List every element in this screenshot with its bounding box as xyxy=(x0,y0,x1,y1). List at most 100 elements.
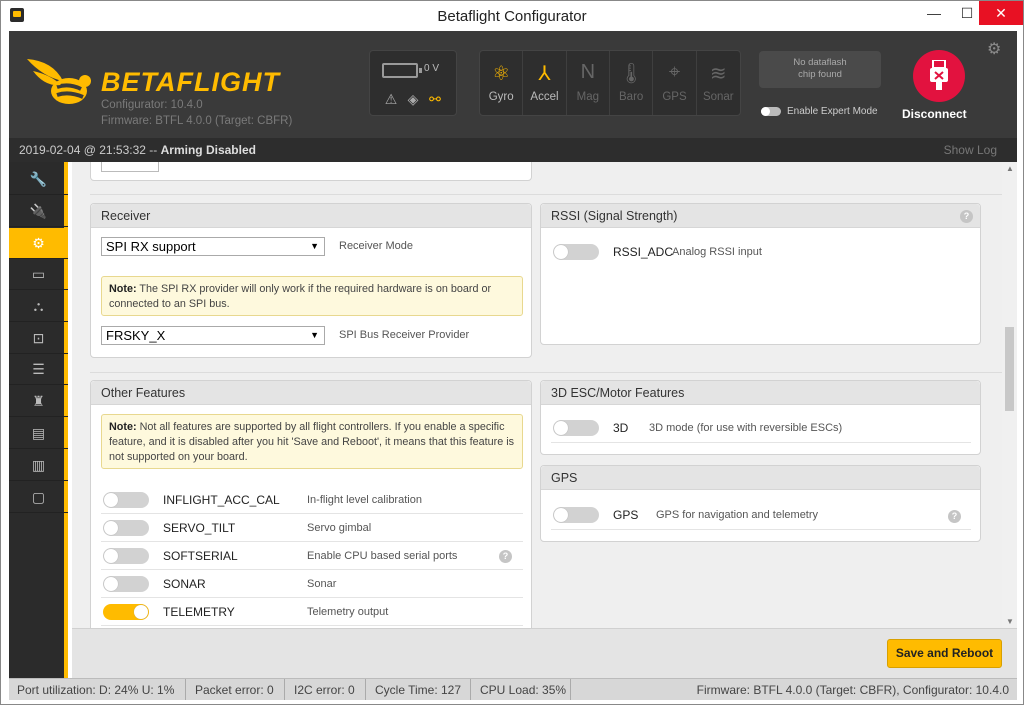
plug-icon: 🔌 xyxy=(29,203,48,219)
logo-text: BETAFLIGHT xyxy=(101,67,280,97)
help-icon[interactable]: ? xyxy=(499,550,512,563)
3d-feature-name: 3D xyxy=(613,421,629,435)
sensor-gps: ⌖ GPS xyxy=(653,51,697,115)
telemetry-toggle[interactable] xyxy=(103,604,149,620)
battery-panel: 0 V ⚠ ◈ ⚯ xyxy=(369,50,457,116)
osd-icon: ▤ xyxy=(31,425,46,441)
gps-feature-desc: GPS for navigation and telemetry xyxy=(656,509,819,521)
hierarchy-icon: ⛬ xyxy=(33,298,44,314)
sidebar-item-osd[interactable]: ▤ xyxy=(9,418,68,449)
sidebar-item-cli[interactable]: ▢ xyxy=(9,482,68,513)
feature-row: SERVO_TILT Servo gimbal xyxy=(101,514,523,542)
close-button[interactable]: ✕ xyxy=(979,1,1023,25)
scroll-thumb[interactable] xyxy=(1005,327,1014,411)
esc-motor-title: 3D ESC/Motor Features xyxy=(541,381,980,405)
content-scrollbar[interactable]: ▲ ▼ xyxy=(1002,162,1017,628)
cpu-load: CPU Load: 35% xyxy=(480,683,567,697)
gps-feature-name: GPS xyxy=(613,508,639,522)
expert-mode-toggle[interactable]: Enable Expert Mode xyxy=(761,106,878,117)
dataflash-status: No dataflash chip found xyxy=(759,51,881,88)
rssi-panel: RSSI (Signal Strength) ? RSSI_ADC Analog… xyxy=(540,203,981,345)
sidebar-item-modes[interactable]: ♜ xyxy=(9,386,68,417)
chevron-down-icon: ▼ xyxy=(310,330,319,340)
warning-icon: ⚠ xyxy=(384,91,398,107)
inflight-acc-cal-toggle[interactable] xyxy=(103,492,149,508)
window-title: Betaflight Configurator xyxy=(437,8,587,25)
disconnect-button[interactable] xyxy=(913,50,965,102)
toggles-icon: ☰ xyxy=(32,361,45,377)
panel-previous xyxy=(90,162,532,181)
gyro-icon: ⚛ xyxy=(492,63,511,85)
port-utilization: Port utilization: D: 24% U: 1% xyxy=(17,683,175,697)
sidebar-item-blackbox[interactable]: ▥ xyxy=(9,450,68,481)
accel-icon: ⅄ xyxy=(538,63,551,85)
servo-tilt-toggle[interactable] xyxy=(103,520,149,536)
usb-icon xyxy=(930,60,948,90)
features-note: Note: Not all features are supported by … xyxy=(101,414,523,469)
sidebar-item-failsafe[interactable]: ⛬ xyxy=(9,291,68,322)
sidebar-item-pid[interactable]: ⊡ xyxy=(9,323,68,354)
help-icon[interactable]: ? xyxy=(948,510,961,523)
sonar-toggle[interactable] xyxy=(103,576,149,592)
bee-logo-icon xyxy=(27,59,91,104)
spi-provider-label: SPI Bus Receiver Provider xyxy=(339,329,470,341)
3d-mode-toggle[interactable] xyxy=(553,420,599,436)
sensor-baro: 🌡 Baro xyxy=(610,51,654,115)
sensor-mag: N Mag xyxy=(567,51,610,115)
scroll-up-icon[interactable]: ▲ xyxy=(1006,164,1014,173)
scroll-down-icon[interactable]: ▼ xyxy=(1006,617,1014,626)
sidebar-item-ports[interactable]: 🔌 xyxy=(9,196,68,227)
sonar-icon: ≋ xyxy=(709,63,727,85)
i2c-error: I2C error: 0 xyxy=(294,683,355,697)
rssi-adc-toggle[interactable] xyxy=(553,244,599,260)
receiver-note: Note: The SPI RX provider will only work… xyxy=(101,276,523,316)
cli-icon: ▢ xyxy=(31,489,46,505)
status-datetime: 2019-02-04 @ 21:53:32 xyxy=(19,143,146,157)
firmware-footer: Firmware: BTFL 4.0.0 (Target: CBFR), Con… xyxy=(696,683,1009,697)
configurator-version: Configurator: 10.4.0 xyxy=(101,99,203,111)
arming-status: Arming Disabled xyxy=(160,143,256,157)
status-line: 2019-02-04 @ 21:53:32 -- Arming Disabled… xyxy=(9,138,1017,162)
app-window: Betaflight Configurator — ☐ ✕ BETAFLIGHT… xyxy=(0,0,1024,705)
sidebar-item-configuration[interactable]: ⚙ xyxy=(9,228,68,259)
sidebar-item-power[interactable]: ▭ xyxy=(9,259,68,290)
feature-row: INFLIGHT_ACC_CAL In-flight level calibra… xyxy=(101,486,523,514)
wrench-icon: 🔧 xyxy=(29,171,48,187)
expert-mode-switch[interactable] xyxy=(761,106,781,116)
receiver-title: Receiver xyxy=(91,204,531,228)
gps-icon: ⌖ xyxy=(668,61,681,83)
sensor-status-panel: ⚛ Gyro ⅄ Accel N Mag 🌡 Baro ⌖ GPS ≋ Sonar xyxy=(479,50,741,116)
save-and-reboot-button[interactable]: Save and Reboot xyxy=(887,639,1002,668)
packet-error: Packet error: 0 xyxy=(195,683,274,697)
spi-provider-select[interactable]: FRSKY_X ▼ xyxy=(101,326,325,345)
rssi-title: RSSI (Signal Strength) xyxy=(541,204,980,228)
battery-icon xyxy=(382,63,422,78)
cycle-time: Cycle Time: 127 xyxy=(375,683,462,697)
feature-row: SOFTSERIAL Enable CPU based serial ports… xyxy=(101,542,523,570)
help-icon[interactable]: ? xyxy=(960,210,973,223)
title-bar: Betaflight Configurator — ☐ ✕ xyxy=(1,1,1023,31)
esc-motor-panel: 3D ESC/Motor Features 3D 3D mode (for us… xyxy=(540,380,981,455)
receiver-panel: Receiver SPI RX support ▼ Receiver Mode N… xyxy=(90,203,532,358)
disconnect-label[interactable]: Disconnect xyxy=(902,107,967,121)
chevron-down-icon: ▼ xyxy=(310,241,319,251)
rssi-feature-name: RSSI_ADC xyxy=(613,245,674,259)
receiver-mode-label: Receiver Mode xyxy=(339,240,413,252)
previous-select[interactable] xyxy=(101,162,159,172)
robot-icon: ⊡ xyxy=(32,330,45,346)
rssi-feature-desc: Analog RSSI input xyxy=(672,246,762,258)
battery-voltage: 0 V xyxy=(424,63,440,74)
receiver-mode-select[interactable]: SPI RX support ▼ xyxy=(101,237,325,256)
motor-icon: ♜ xyxy=(32,393,45,409)
settings-gear-icon[interactable]: ⚙ xyxy=(987,39,1001,59)
3d-feature-desc: 3D mode (for use with reversible ESCs) xyxy=(649,422,843,434)
sidebar-item-receiver[interactable]: ☰ xyxy=(9,354,68,385)
firmware-info: Firmware: BTFL 4.0.0 (Target: CBFR) xyxy=(101,115,293,127)
gps-toggle[interactable] xyxy=(553,507,599,523)
show-log-link[interactable]: Show Log xyxy=(944,143,997,157)
sensor-accel: ⅄ Accel xyxy=(523,51,567,115)
link-icon: ⚯ xyxy=(429,91,441,107)
sidebar-item-setup[interactable]: 🔧 xyxy=(9,164,68,195)
softserial-toggle[interactable] xyxy=(103,548,149,564)
battery-icon: ▭ xyxy=(31,266,46,282)
